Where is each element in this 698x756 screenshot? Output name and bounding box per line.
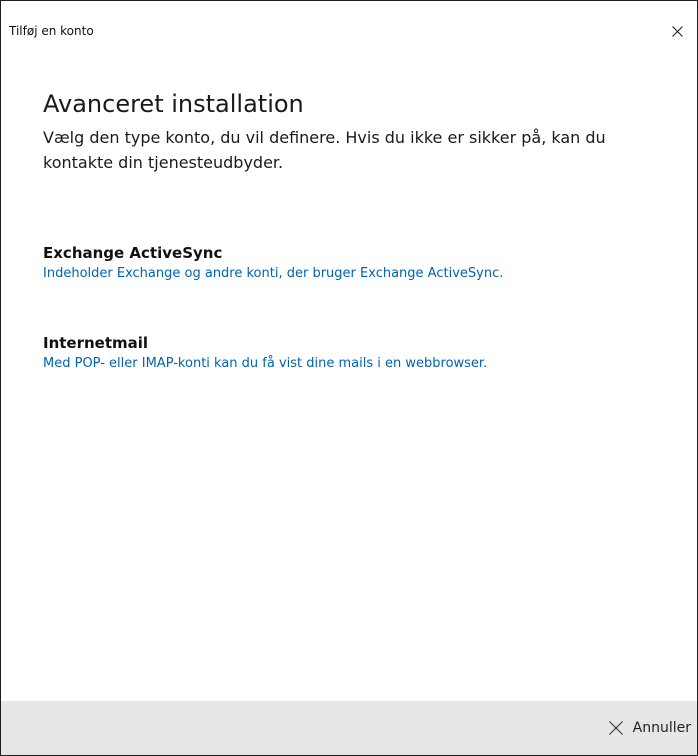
close-icon (672, 26, 683, 37)
option-title: Internetmail (43, 334, 149, 352)
page-title: Avanceret installation (43, 90, 304, 118)
page-description: Vælg den type konto, du vil definere. Hv… (43, 128, 606, 172)
option-description: Med POP- eller IMAP-konti kan du få vist… (43, 356, 488, 371)
main-content: Avanceret installation Vælg den type kon… (43, 87, 673, 371)
footer-bar: Annuller (1, 701, 697, 755)
option-title: Exchange ActiveSync (43, 244, 223, 262)
close-icon (608, 721, 623, 735)
window-title: Tilføj en konto (9, 24, 94, 38)
cancel-button[interactable]: Annuller (599, 710, 697, 746)
cancel-label: Annuller (632, 720, 691, 736)
title-bar: Tilføj en konto (1, 1, 697, 63)
option-description: Indeholder Exchange og andre konti, der … (43, 266, 504, 281)
add-account-dialog: Tilføj en konto Avanceret installation V… (0, 0, 698, 756)
option-exchange-activesync[interactable]: Exchange ActiveSync Indeholder Exchange … (43, 242, 503, 284)
option-internet-mail[interactable]: Internetmail Med POP- eller IMAP-konti k… (43, 332, 487, 374)
close-button[interactable] (657, 11, 697, 51)
